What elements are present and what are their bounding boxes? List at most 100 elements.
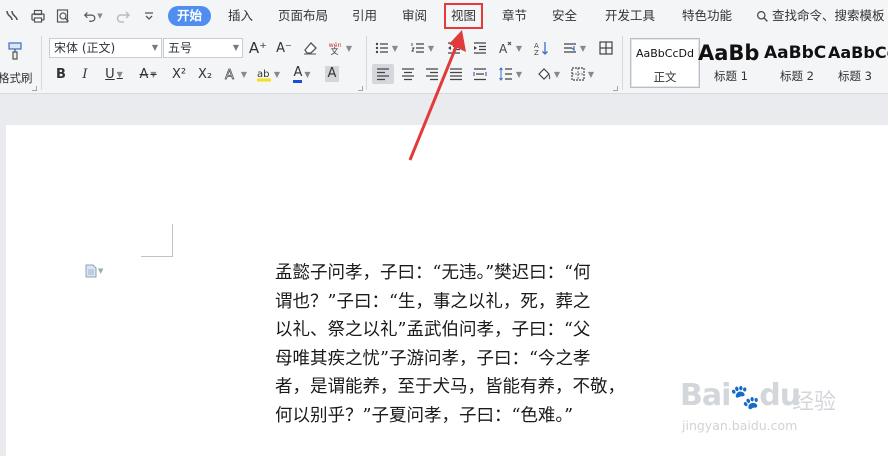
customize-toolbar-icon[interactable] (140, 6, 158, 26)
style-heading-1[interactable]: AaBb 标题 1 (696, 38, 766, 88)
table-grid-button[interactable] (596, 38, 616, 58)
line-spacing-button[interactable]: ▼ (496, 64, 524, 84)
phonetic-icon: wén文 (329, 41, 342, 56)
outdent-icon (448, 42, 460, 54)
line-spacing-icon (499, 67, 512, 81)
text-effect-icon: A (225, 68, 235, 82)
shrink-font-button[interactable]: A⁻ (274, 38, 294, 58)
style-heading-3[interactable]: AaBbCc 标题 3 (826, 38, 888, 88)
format-painter-button[interactable] (2, 38, 28, 64)
underline-button[interactable]: U ▼ (100, 64, 128, 84)
grid-icon (599, 41, 613, 55)
tab-security[interactable]: 安全 (552, 6, 577, 26)
align-center-icon (402, 68, 414, 81)
shading-button[interactable]: ▼ (534, 64, 562, 84)
document-body[interactable]: 孟懿子问孝，子曰：“无违。”樊迟曰：“何 谓也？”子曰：“生，事之以礼，死，葬之… (275, 259, 655, 430)
tab-references[interactable]: 引用 (352, 6, 377, 26)
font-color-button[interactable]: A ▼ (288, 64, 316, 84)
sort-button[interactable]: AZ (532, 38, 552, 58)
font-name-value: 宋体 (正文) (54, 41, 116, 55)
text-effects-button[interactable]: A ▼ (222, 64, 248, 84)
increase-indent-button[interactable] (470, 38, 490, 58)
align-left-icon (377, 68, 389, 81)
tab-review[interactable]: 审阅 (402, 6, 427, 26)
command-search[interactable]: 查找命令、搜索模板 (756, 6, 885, 26)
paragraph-layout-icon[interactable]: ▼ (85, 263, 109, 279)
sort-icon: AZ (534, 42, 548, 56)
ribbon-toolbar: 格式刷 宋体 (正文) ▼ 五号 ▼ A⁺ A⁻ wén 文 ▼ B I U ▼ A… (0, 32, 888, 94)
style-normal[interactable]: AaBbCcDd 正文 (630, 38, 700, 88)
watermark-cn: 经验 (792, 390, 837, 415)
align-right-button[interactable] (422, 64, 442, 84)
watermark-url: jingyan.baidu.com (682, 418, 798, 433)
tab-developer-tools[interactable]: 开发工具 (605, 6, 655, 26)
bold-icon: B (56, 66, 66, 82)
decrease-indent-button[interactable] (444, 38, 464, 58)
tab-insert[interactable]: 插入 (228, 6, 253, 26)
chevron-down-icon: ▼ (232, 43, 239, 52)
font-name-select[interactable]: 宋体 (正文) ▼ (49, 38, 162, 58)
italic-icon: I (82, 66, 88, 82)
margin-crop-mark (141, 256, 173, 257)
align-center-button[interactable] (398, 64, 418, 84)
show-hide-marks-button[interactable]: ▼ (560, 38, 588, 58)
brush-icon (8, 42, 22, 60)
numbering-button[interactable]: ▼ (408, 38, 436, 58)
justify-button[interactable] (446, 64, 466, 84)
font-size-select[interactable]: 五号 ▼ (163, 38, 243, 58)
tab-home[interactable]: 开始 (168, 6, 212, 26)
tab-view[interactable]: 视图 (443, 3, 484, 29)
font-color-icon: A (293, 65, 303, 83)
indent-icon (474, 42, 486, 54)
character-shading-button[interactable]: A (322, 64, 342, 84)
shrink-font-icon: A⁻ (276, 40, 292, 56)
borders-button[interactable]: ▼ (568, 64, 596, 84)
redo-icon[interactable] (114, 6, 132, 26)
style-name: 标题 3 (838, 69, 872, 83)
svg-text:A: A (499, 42, 508, 56)
bold-button[interactable]: B (52, 64, 70, 84)
clear-format-button[interactable] (300, 38, 320, 58)
svg-text:A: A (225, 68, 234, 82)
tab-page-layout[interactable]: 页面布局 (278, 6, 328, 26)
text-line: 何以别乎？”子夏问孝，子曰：“色难。” (275, 405, 574, 426)
divider (622, 36, 623, 90)
font-group-launcher[interactable] (358, 86, 363, 91)
phonetic-guide-button[interactable]: wén 文 ▼ (326, 38, 352, 58)
superscript-button[interactable]: X² (168, 64, 190, 84)
distributed-button[interactable] (470, 64, 490, 84)
style-sample: AaBbCcDd (636, 47, 694, 60)
character-shading-icon: A (324, 66, 340, 82)
undo-icon[interactable]: ▼ (80, 6, 106, 26)
search-label: 查找命令、搜索模板 (772, 8, 885, 23)
watermark: Bai🐾du 经验 jingyan.baidu.com (680, 378, 880, 438)
margin-crop-mark (172, 224, 173, 257)
strikethrough-button[interactable]: A ▼ (134, 64, 162, 84)
subscript-button[interactable]: X₂ (194, 64, 216, 84)
bullets-button[interactable]: ▼ (372, 38, 400, 58)
align-right-icon (426, 68, 438, 81)
format-painter-label: 格式刷 (0, 71, 33, 85)
align-left-button[interactable] (372, 64, 394, 84)
eraser-icon (304, 42, 317, 55)
change-case-button[interactable]: A ▼ (496, 38, 524, 58)
grow-font-button[interactable]: A⁺ (248, 38, 268, 58)
tab-special-features[interactable]: 特色功能 (682, 6, 732, 26)
style-sample: AaBbC (764, 43, 827, 63)
style-heading-2[interactable]: AaBbC 标题 2 (762, 38, 832, 88)
print-preview-icon[interactable] (54, 6, 72, 26)
wps-logo-icon[interactable] (3, 6, 21, 26)
distribute-icon (473, 68, 487, 81)
text-line: 孟懿子问孝，子曰：“无违。”樊迟曰：“何 (275, 263, 591, 283)
svg-text:文: 文 (330, 46, 338, 56)
print-icon[interactable] (29, 6, 47, 26)
chevron-down-icon: ▼ (151, 43, 158, 52)
change-case-icon: A (499, 41, 512, 56)
clipboard-group-launcher[interactable] (32, 86, 37, 91)
paragraph-group-launcher[interactable] (613, 86, 618, 91)
style-sample: AaBbCc (828, 43, 888, 62)
italic-button[interactable]: I (76, 64, 94, 84)
highlight-button[interactable]: ab ▼ (254, 64, 282, 84)
underline-icon: U (105, 66, 115, 82)
tab-chapter[interactable]: 章节 (502, 6, 527, 26)
